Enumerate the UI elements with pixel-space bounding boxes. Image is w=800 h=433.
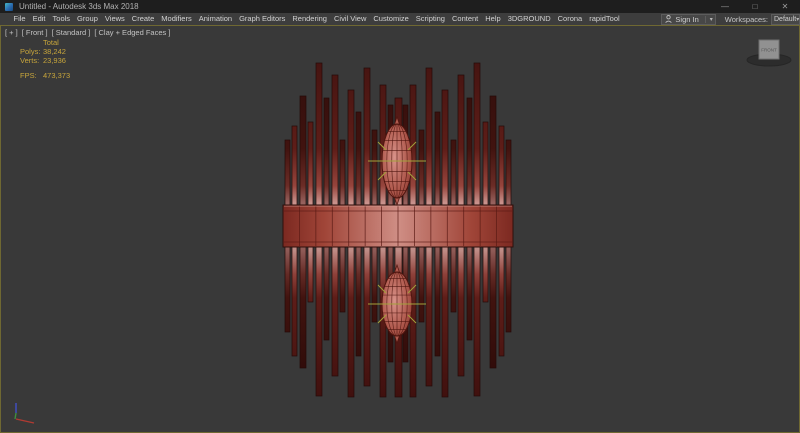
stats-fps-label: FPS: bbox=[20, 71, 43, 80]
statistics-overlay: Total Polys:38,242 Verts:23,936 FPS:473,… bbox=[20, 38, 70, 80]
minimize-button[interactable]: — bbox=[710, 0, 740, 13]
menu-item-file[interactable]: File bbox=[10, 13, 29, 25]
title-bar: Untitled - Autodesk 3ds Max 2018 — □ ✕ bbox=[0, 0, 800, 13]
menu-item-graph-editors[interactable]: Graph Editors bbox=[236, 13, 289, 25]
menu-bar: FileEditToolsGroupViewsCreateModifiersAn… bbox=[0, 13, 800, 25]
stats-total-row: Total bbox=[20, 38, 70, 47]
menu-item-help[interactable]: Help bbox=[482, 13, 504, 25]
viewport-general-menu[interactable]: [ + ] bbox=[5, 28, 18, 37]
stats-polys-value: 38,242 bbox=[43, 47, 66, 56]
user-icon bbox=[665, 15, 672, 23]
stats-verts-label: Verts: bbox=[20, 56, 43, 65]
stats-verts-value: 23,936 bbox=[43, 56, 66, 65]
viewport-renderer-menu[interactable]: [ Standard ] bbox=[52, 28, 91, 37]
menu-item-views[interactable]: Views bbox=[101, 13, 128, 25]
menu-item-customize[interactable]: Customize bbox=[370, 13, 412, 25]
window-title: Untitled - Autodesk 3ds Max 2018 bbox=[19, 2, 139, 11]
stats-polys-row: Polys:38,242 bbox=[20, 47, 70, 56]
workspaces-selected-value: Default bbox=[774, 16, 796, 23]
viewport-render-chandelier-model[interactable] bbox=[1, 26, 799, 432]
menu-item-rendering[interactable]: Rendering bbox=[289, 13, 331, 25]
main-menu: FileEditToolsGroupViewsCreateModifiersAn… bbox=[10, 13, 623, 25]
world-axis-icon bbox=[8, 400, 42, 428]
menu-item-animation[interactable]: Animation bbox=[195, 13, 235, 25]
sign-in-button[interactable]: Sign In ▾ bbox=[661, 14, 715, 25]
viewcube[interactable]: FRONT bbox=[745, 33, 793, 73]
stats-polys-label: Polys: bbox=[20, 47, 43, 56]
window-controls: — □ ✕ bbox=[710, 0, 800, 13]
menu-item-scripting[interactable]: Scripting bbox=[412, 13, 448, 25]
workspaces-label: Workspaces: bbox=[725, 15, 768, 24]
menu-item-edit[interactable]: Edit bbox=[29, 13, 49, 25]
viewport-label: [ + ] [ Front ] [ Standard ] [ Clay + Ed… bbox=[5, 28, 170, 37]
app-window: Untitled - Autodesk 3ds Max 2018 — □ ✕ F… bbox=[0, 0, 800, 433]
sign-in-dropdown-arrow[interactable]: ▾ bbox=[705, 16, 713, 23]
stats-total-label: Total bbox=[43, 38, 59, 47]
menu-item-create[interactable]: Create bbox=[128, 13, 158, 25]
viewport-front[interactable]: [ + ] [ Front ] [ Standard ] [ Clay + Ed… bbox=[0, 25, 800, 433]
menu-item-modifiers[interactable]: Modifiers bbox=[158, 13, 195, 25]
viewport-shading-menu[interactable]: [ Clay + Edged Faces ] bbox=[94, 28, 170, 37]
sign-in-label: Sign In bbox=[675, 15, 698, 24]
menu-item-3dground[interactable]: 3DGROUND bbox=[504, 13, 554, 25]
stats-fps-value: 473,373 bbox=[43, 71, 70, 80]
menu-item-corona[interactable]: Corona bbox=[554, 13, 586, 25]
close-button[interactable]: ✕ bbox=[770, 0, 800, 13]
workspaces-dropdown[interactable]: Default ▾ bbox=[771, 14, 800, 25]
menu-item-tools[interactable]: Tools bbox=[49, 13, 74, 25]
maximize-button[interactable]: □ bbox=[740, 0, 770, 13]
menu-item-civil-view[interactable]: Civil View bbox=[330, 13, 369, 25]
3dsmax-app-icon bbox=[5, 3, 13, 11]
workspaces-dropdown-arrow: ▾ bbox=[796, 16, 799, 23]
menu-item-content[interactable]: Content bbox=[448, 13, 481, 25]
viewcube-face-label: FRONT bbox=[761, 48, 777, 53]
stats-verts-row: Verts:23,936 bbox=[20, 56, 70, 65]
menu-item-group[interactable]: Group bbox=[74, 13, 102, 25]
viewport-pov-menu[interactable]: [ Front ] bbox=[22, 28, 48, 37]
stats-fps-row: FPS:473,373 bbox=[20, 71, 70, 80]
menu-item-rapidtool[interactable]: rapidTool bbox=[586, 13, 623, 25]
